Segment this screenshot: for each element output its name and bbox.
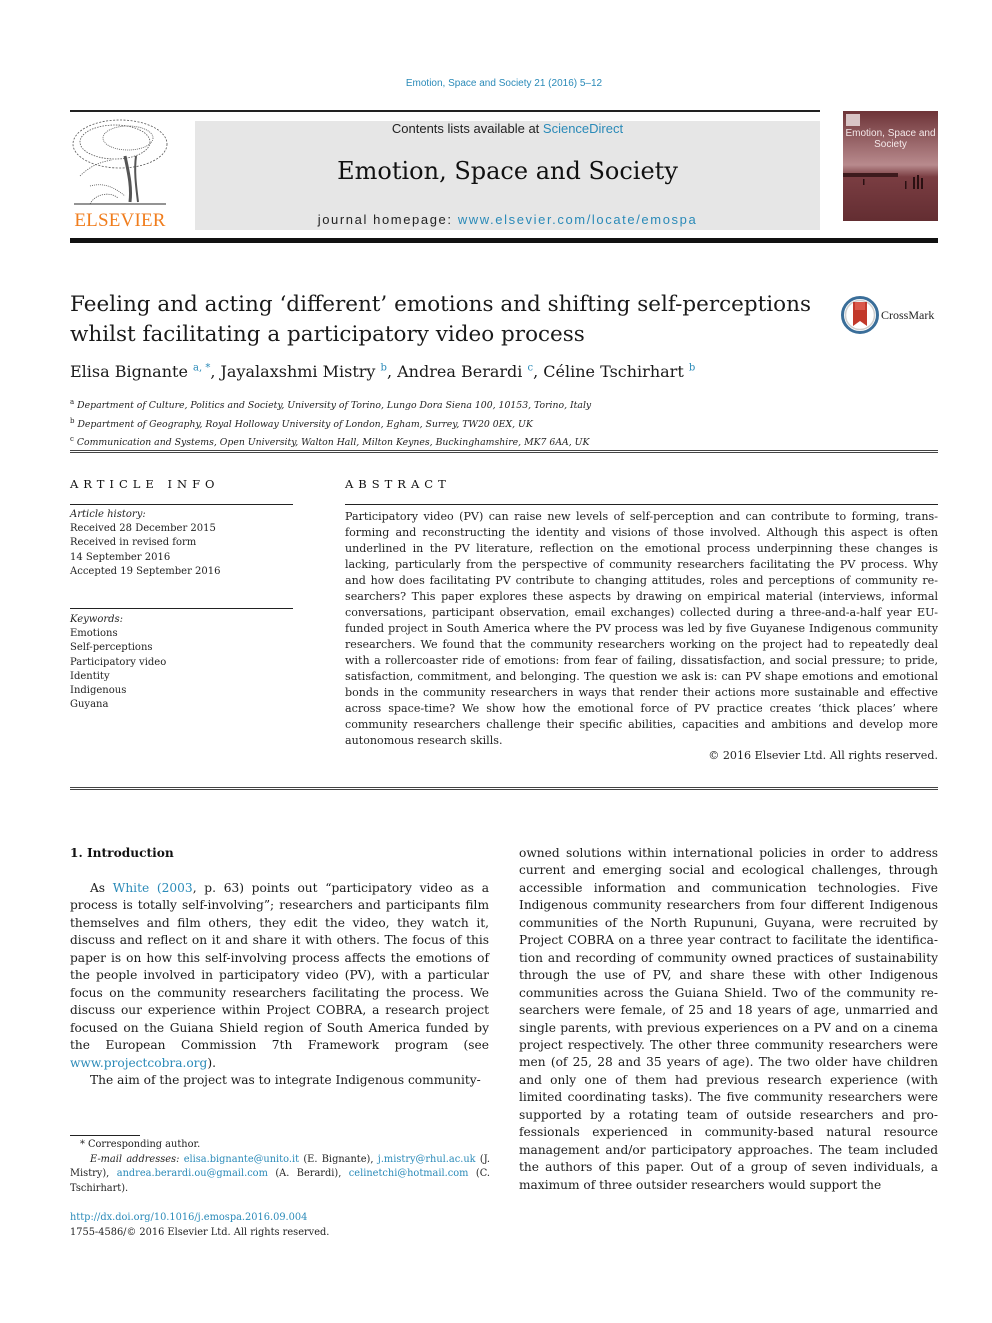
affiliation-list: a Department of Culture, Politics and So… <box>70 395 591 451</box>
journal-cover-image[interactable]: Emotion, Space and Society <box>843 111 938 231</box>
email-link[interactable]: elisa.bignante@unito.it <box>184 1154 299 1165</box>
abstract-rule <box>345 504 938 505</box>
keyword-item: Self-perceptions <box>70 642 153 654</box>
author-affiliation-marker[interactable]: b <box>381 363 387 374</box>
keywords-rule <box>70 608 293 609</box>
affiliation-label: a <box>70 398 75 406</box>
masthead-thick-rule <box>70 238 938 243</box>
homepage-prefix: journal homepage: <box>317 212 458 227</box>
keyword-item: Emotions <box>70 628 118 640</box>
doi-link[interactable]: http://dx.doi.org/10.1016/j.emospa.2016.… <box>70 1211 329 1226</box>
body-column-right: owned solutions within international pol… <box>519 845 938 1194</box>
tree-icon <box>70 116 170 208</box>
keywords-label: Keywords: <box>70 614 124 625</box>
journal-reference-link[interactable]: Emotion, Space and Society 21 (2016) 5–1… <box>0 78 992 89</box>
keywords: Keywords: Emotions Self-perceptions Part… <box>70 613 166 712</box>
keyword-item: Guyana <box>70 699 109 711</box>
history-item: 14 September 2016 <box>70 551 171 563</box>
issn-copyright: 1755-4586/© 2016 Elsevier Ltd. All right… <box>70 1226 330 1238</box>
abstract-copyright: © 2016 Elsevier Ltd. All rights reserved… <box>708 749 938 762</box>
email-addresses: E-mail addresses: elisa.bignante@unito.i… <box>70 1153 490 1197</box>
paragraph: The aim of the project was to integrate … <box>90 1072 481 1087</box>
crossmark-icon <box>841 296 879 334</box>
author-name[interactable]: Andrea Berardi <box>397 362 522 381</box>
author-affiliation-marker[interactable]: c <box>527 363 533 374</box>
email-link[interactable]: andrea.berardi.ou@gmail.com <box>117 1168 268 1179</box>
sciencedirect-link[interactable]: ScienceDirect <box>543 121 623 136</box>
affiliation-item: a Department of Culture, Politics and So… <box>70 395 591 414</box>
journal-masthead: Contents lists available at ScienceDirec… <box>195 121 820 230</box>
article-history: Article history: Received 28 December 20… <box>70 508 220 579</box>
affiliations-divider <box>70 450 938 453</box>
keyword-item: Participatory video <box>70 656 167 668</box>
body-column-left: As White (2003, p. 63) points out “parti… <box>70 880 489 1089</box>
corresponding-author-note: * Corresponding author. <box>80 1139 201 1150</box>
author-name[interactable]: Jayalaxshmi Mistry <box>221 362 376 381</box>
affiliation-text: Department of Geography, Royal Holloway … <box>77 418 533 430</box>
email-link[interactable]: celinetchi@hotmail.com <box>349 1168 469 1179</box>
footnote-rule <box>70 1135 140 1136</box>
history-item: Accepted 19 September 2016 <box>70 565 221 577</box>
author-list: Elisa Bignante a, *, Jayalaxshmi Mistry … <box>70 362 696 381</box>
citation-link[interactable]: White (2003 <box>113 881 193 895</box>
affiliation-label: b <box>70 416 75 425</box>
contents-line: Contents lists available at ScienceDirec… <box>195 121 820 136</box>
article-info-rule <box>70 504 293 505</box>
abstract-heading: ABSTRACT <box>345 477 451 491</box>
affiliation-item: b Department of Geography, Royal Hollowa… <box>70 414 591 433</box>
article-title-line-1: Feeling and acting ‘different’ emotions … <box>70 292 811 317</box>
affiliation-text: Department of Culture, Politics and Soci… <box>77 400 592 412</box>
text: As <box>90 881 113 895</box>
author-name[interactable]: Elisa Bignante <box>70 362 188 381</box>
article-history-label: Article history: <box>70 509 146 520</box>
introduction-heading: 1. Introduction <box>70 846 174 860</box>
paragraph: owned solutions within international pol… <box>519 846 938 1192</box>
affiliation-text: Communication and Systems, Open Universi… <box>76 437 590 449</box>
history-item: Received 28 December 2015 <box>70 523 216 535</box>
author-affiliation-marker[interactable]: b <box>689 363 695 374</box>
email-label: E-mail addresses: <box>90 1153 180 1165</box>
crossmark-button[interactable]: CrossMark <box>841 296 941 334</box>
journal-title: Emotion, Space and Society <box>337 157 678 185</box>
homepage-link[interactable]: www.elsevier.com/locate/emospa <box>458 212 697 227</box>
text: , p. 63) points out “participatory video… <box>70 881 490 1053</box>
doi-block: http://dx.doi.org/10.1016/j.emospa.2016.… <box>70 1211 329 1240</box>
elsevier-wordmark: ELSEVIER <box>74 210 166 231</box>
abstract-text: Participatory video (PV) can raise new l… <box>345 510 938 747</box>
paragraph: As White (2003, p. 63) points out “parti… <box>70 880 489 1072</box>
projectcobra-link[interactable]: www.projectcobra.org <box>70 1056 207 1070</box>
author-name[interactable]: Céline Tschirhart <box>543 362 683 381</box>
email-link[interactable]: j.mistry@rhul.ac.uk <box>378 1154 476 1165</box>
email-owner: (E. Bignante), <box>303 1153 374 1165</box>
article-title-line-2: whilst facilitating a participatory vide… <box>70 322 585 347</box>
text: ). <box>207 1055 216 1070</box>
affiliation-item: c Communication and Systems, Open Univer… <box>70 432 591 451</box>
article-title: Feeling and acting ‘different’ emotions … <box>70 290 830 350</box>
keyword-item: Indigenous <box>70 685 127 697</box>
header-rule <box>70 110 820 112</box>
author-affiliation-marker[interactable]: a, * <box>193 363 210 374</box>
journal-homepage: journal homepage: www.elsevier.com/locat… <box>195 212 820 227</box>
contents-prefix: Contents lists available at <box>391 121 543 136</box>
article-info-heading: ARTICLE INFO <box>70 477 220 491</box>
cover-title: Emotion, Space and Society <box>845 128 936 150</box>
email-owner: (A. Berardi), <box>275 1168 342 1179</box>
elsevier-logo: ELSEVIER <box>70 116 170 232</box>
history-item: Received in revised form <box>70 537 197 549</box>
affiliation-label: c <box>70 435 74 444</box>
abstract-divider <box>70 787 938 790</box>
footnotes: * Corresponding author. E-mail addresses… <box>70 1138 490 1196</box>
keyword-item: Identity <box>70 670 110 682</box>
crossmark-label: CrossMark <box>881 308 935 322</box>
